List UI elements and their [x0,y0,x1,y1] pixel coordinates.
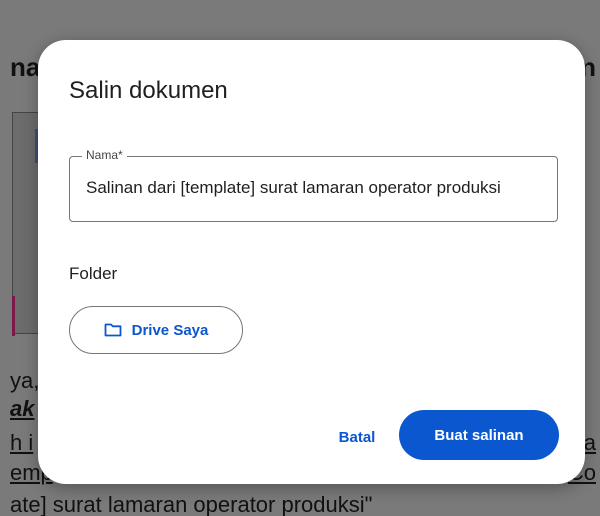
name-field[interactable]: Nama* [69,148,558,222]
doc-fragment: a [583,430,596,455]
cancel-button[interactable]: Batal [322,418,392,456]
folder-picker-button[interactable]: Drive Saya [69,306,243,354]
doc-fragment: ya, [10,368,40,393]
doc-fragment: ate] surat lamaran operator produksi" [10,492,373,516]
folder-label: Folder [69,264,118,283]
doc-fragment: h i [10,430,34,455]
doc-fragment: ak [10,396,35,421]
folder-icon [104,323,122,337]
name-input[interactable] [86,178,541,198]
doc-fragment: na [10,52,41,82]
folder-button-label: Drive Saya [131,321,209,339]
copy-document-dialog: Salin dokumen Nama* Folder Drive Saya Ba… [38,40,585,484]
doc-margin-marker [12,296,15,336]
name-field-label: Nama* [82,148,127,162]
make-copy-button[interactable]: Buat salinan [399,410,559,460]
dialog-title: Salin dokumen [69,77,228,104]
